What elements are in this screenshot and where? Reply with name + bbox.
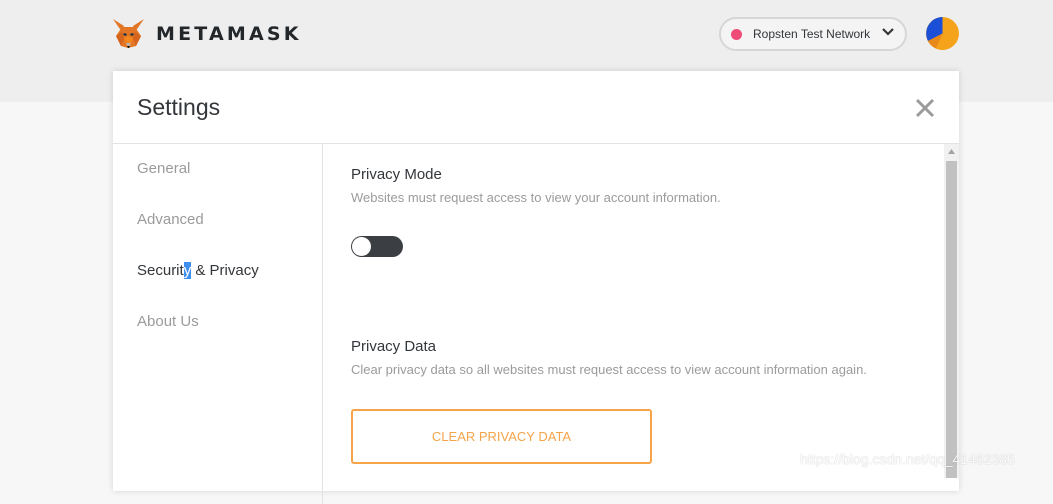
settings-header: Settings — [113, 71, 959, 144]
settings-panel: Settings General Advanced Security & Pri… — [113, 71, 959, 504]
settings-sidebar: General Advanced Security & Privacy Abou… — [113, 144, 323, 504]
sidebar-item-advanced[interactable]: Advanced — [137, 211, 204, 228]
account-avatar-icon[interactable] — [926, 17, 959, 50]
toggle-knob — [352, 237, 371, 256]
content-scrollbar[interactable] — [944, 144, 959, 478]
sidebar-item-security-privacy[interactable]: Security & Privacy — [137, 262, 259, 279]
network-status-dot — [731, 28, 742, 40]
scroll-up-arrow-icon[interactable] — [944, 144, 959, 159]
sidebar-item-label-end: & Privacy — [191, 262, 259, 279]
brand-wordmark: METAMASK — [156, 22, 302, 45]
privacy-mode-toggle[interactable] — [351, 236, 403, 257]
page-title: Settings — [137, 94, 221, 120]
scrollbar-thumb[interactable] — [946, 161, 957, 478]
sidebar-item-about-us[interactable]: About Us — [137, 313, 199, 330]
sidebar-item-general[interactable]: General — [137, 160, 190, 177]
privacy-data-description: Clear privacy data so all websites must … — [351, 362, 867, 377]
sidebar-item-label-start: Securit — [137, 262, 184, 279]
fox-logo-icon — [113, 19, 144, 48]
privacy-mode-title: Privacy Mode — [351, 166, 442, 183]
close-icon[interactable] — [914, 97, 936, 119]
chevron-down-icon — [882, 28, 894, 36]
network-selector[interactable]: Ropsten Test Network — [719, 17, 907, 51]
network-name: Ropsten Test Network — [753, 27, 871, 41]
clear-privacy-data-button[interactable]: CLEAR PRIVACY DATA — [351, 409, 652, 464]
privacy-data-title: Privacy Data — [351, 338, 437, 355]
privacy-mode-description: Websites must request access to view you… — [351, 190, 721, 205]
watermark-text: https://blog.csdn.net/qq_41462385 — [800, 451, 1015, 467]
metamask-logo[interactable]: METAMASK — [112, 18, 302, 49]
